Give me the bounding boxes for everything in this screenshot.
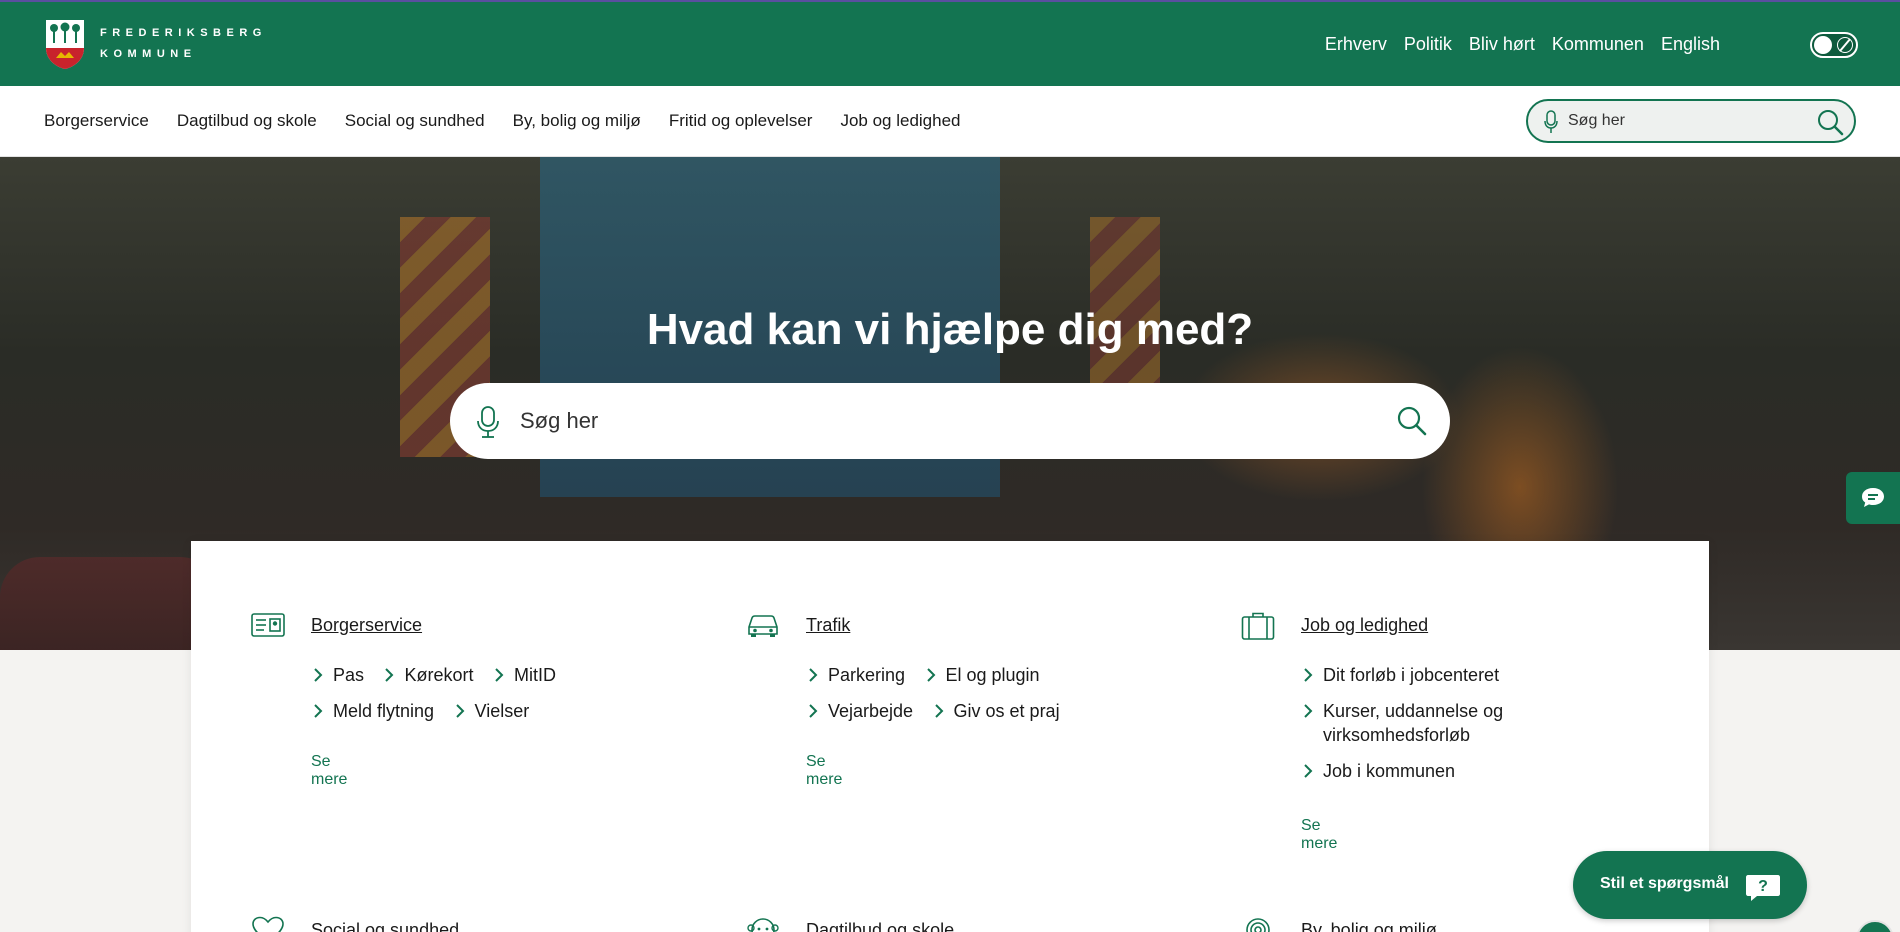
topic-link-label: Kørekort bbox=[404, 665, 474, 685]
see-more-link[interactable]: Se mere bbox=[1301, 817, 1337, 853]
child-icon bbox=[747, 918, 779, 932]
microphone-icon[interactable] bbox=[476, 405, 500, 439]
topic-links: Dit forløb i jobcenteret Kurser, uddanne… bbox=[1301, 663, 1571, 795]
contrast-icon bbox=[1837, 37, 1853, 53]
chevron-right-icon bbox=[1304, 764, 1313, 778]
util-link-english[interactable]: English bbox=[1661, 34, 1720, 55]
nav-item-job[interactable]: Job og ledighed bbox=[840, 111, 960, 131]
util-link-erhverv[interactable]: Erhverv bbox=[1325, 34, 1387, 55]
brand-name: FREDERIKSBERG KOMMUNE bbox=[100, 23, 267, 65]
topic-link-label: Kurser, uddannelse og virksomhedsforløb bbox=[1323, 701, 1504, 745]
location-icon bbox=[1246, 918, 1270, 932]
topic-link[interactable]: Kurser, uddannelse og virksomhedsforløb bbox=[1301, 699, 1557, 747]
topic-link-label: Vielser bbox=[474, 701, 530, 721]
topic-link-label: Job i kommunen bbox=[1323, 761, 1456, 781]
coat-of-arms-icon bbox=[46, 20, 84, 69]
topic-links: Pas Kørekort MitID Meld flytning Vielser bbox=[311, 663, 731, 735]
nav-item-borgerservice[interactable]: Borgerservice bbox=[44, 111, 149, 131]
chevron-right-icon bbox=[934, 704, 943, 718]
see-more-link[interactable]: Se mere bbox=[311, 753, 347, 789]
microphone-icon[interactable] bbox=[1544, 110, 1558, 134]
topic-title[interactable]: Trafik bbox=[806, 615, 850, 636]
topic-link[interactable]: Kørekort bbox=[382, 663, 474, 687]
hero-title: Hvad kan vi hjælpe dig med? bbox=[646, 305, 1254, 354]
nav-item-by-bolig[interactable]: By, bolig og miljø bbox=[513, 111, 641, 131]
topic-title[interactable]: Social og sundhed bbox=[311, 920, 459, 932]
top-bar: FREDERIKSBERG KOMMUNE Erhverv Politik Bl… bbox=[0, 0, 1900, 86]
topic-link-label: MitID bbox=[513, 665, 556, 685]
topic-link[interactable]: Dit forløb i jobcenteret bbox=[1301, 663, 1557, 687]
chat-side-tab[interactable] bbox=[1846, 472, 1900, 524]
chevron-right-icon bbox=[455, 704, 464, 718]
question-bubble-icon: ? bbox=[1746, 875, 1780, 901]
ask-question-button[interactable]: Stil et spørgsmål ? bbox=[1573, 851, 1807, 919]
topic-link[interactable]: Vielser bbox=[453, 699, 530, 723]
see-more-link[interactable]: Se mere bbox=[806, 753, 842, 789]
hero-search-input[interactable] bbox=[520, 407, 1320, 435]
topic-link-label: Dit forløb i jobcenteret bbox=[1323, 665, 1500, 685]
main-menu: Borgerservice Dagtilbud og skole Social … bbox=[44, 111, 961, 131]
chevron-right-icon bbox=[314, 668, 323, 682]
topic-title[interactable]: By, bolig og miljø bbox=[1301, 920, 1437, 932]
toggle-knob bbox=[1814, 36, 1832, 54]
topic-link-label: Parkering bbox=[828, 665, 906, 685]
topic-link-label: Giv os et praj bbox=[953, 701, 1060, 721]
topic-link[interactable]: Meld flytning bbox=[311, 699, 434, 723]
utility-nav: Erhverv Politik Bliv hørt Kommunen Engli… bbox=[1325, 34, 1720, 55]
hero-search-box bbox=[450, 383, 1450, 459]
topic-link-label: Pas bbox=[333, 665, 365, 685]
briefcase-icon bbox=[1241, 612, 1275, 640]
chevron-right-icon bbox=[495, 668, 504, 682]
topic-link[interactable]: Parkering bbox=[806, 663, 905, 687]
chat-icon bbox=[1862, 488, 1884, 507]
search-icon[interactable] bbox=[1396, 405, 1428, 437]
ask-question-label: Stil et spørgsmål bbox=[1600, 875, 1729, 892]
topic-link-label: Meld flytning bbox=[333, 701, 435, 721]
hero-image-car bbox=[0, 557, 220, 650]
util-link-kommunen[interactable]: Kommunen bbox=[1552, 34, 1644, 55]
brand-line-1: FREDERIKSBERG bbox=[100, 27, 267, 39]
chevron-right-icon bbox=[314, 704, 323, 718]
topic-link[interactable]: Job i kommunen bbox=[1301, 759, 1557, 783]
nav-item-dagtilbud[interactable]: Dagtilbud og skole bbox=[177, 111, 317, 131]
chevron-right-icon bbox=[1304, 704, 1313, 718]
topic-title[interactable]: Job og ledighed bbox=[1301, 615, 1428, 636]
id-card-icon bbox=[251, 613, 285, 637]
main-nav: Borgerservice Dagtilbud og skole Social … bbox=[0, 86, 1900, 157]
nav-search-box bbox=[1526, 99, 1856, 143]
topic-title[interactable]: Dagtilbud og skole bbox=[806, 920, 954, 932]
chevron-right-icon bbox=[385, 668, 394, 682]
topic-link[interactable]: El og plugin bbox=[924, 663, 1040, 687]
topic-link[interactable]: Giv os et praj bbox=[932, 699, 1060, 723]
search-icon[interactable] bbox=[1816, 108, 1844, 136]
site-logo[interactable]: FREDERIKSBERG KOMMUNE bbox=[44, 18, 267, 70]
chevron-right-icon bbox=[926, 668, 935, 682]
topic-links: Parkering El og plugin Vejarbejde Giv os… bbox=[806, 663, 1226, 735]
nav-item-fritid[interactable]: Fritid og oplevelser bbox=[669, 111, 813, 131]
chevron-right-icon bbox=[809, 704, 818, 718]
topic-link-label: Vejarbejde bbox=[828, 701, 914, 721]
topic-link-label: El og plugin bbox=[945, 665, 1040, 685]
topic-link[interactable]: MitID bbox=[492, 663, 556, 687]
util-link-bliv-hort[interactable]: Bliv hørt bbox=[1469, 34, 1535, 55]
corner-badge[interactable] bbox=[1856, 920, 1894, 932]
heart-icon bbox=[252, 916, 284, 932]
topic-link[interactable]: Pas bbox=[311, 663, 364, 687]
chevron-right-icon bbox=[1304, 668, 1313, 682]
util-link-politik[interactable]: Politik bbox=[1404, 34, 1452, 55]
topic-title[interactable]: Borgerservice bbox=[311, 615, 422, 636]
nav-search-input[interactable] bbox=[1568, 110, 1808, 132]
chevron-right-icon bbox=[809, 668, 818, 682]
topics-card: Borgerservice Pas Kørekort MitID Meld fl… bbox=[191, 541, 1709, 932]
car-icon bbox=[748, 615, 778, 637]
theme-toggle[interactable] bbox=[1810, 32, 1858, 58]
brand-line-2: KOMMUNE bbox=[100, 48, 197, 60]
svg-text:?: ? bbox=[1758, 878, 1768, 895]
topic-link[interactable]: Vejarbejde bbox=[806, 699, 913, 723]
nav-item-social[interactable]: Social og sundhed bbox=[345, 111, 485, 131]
